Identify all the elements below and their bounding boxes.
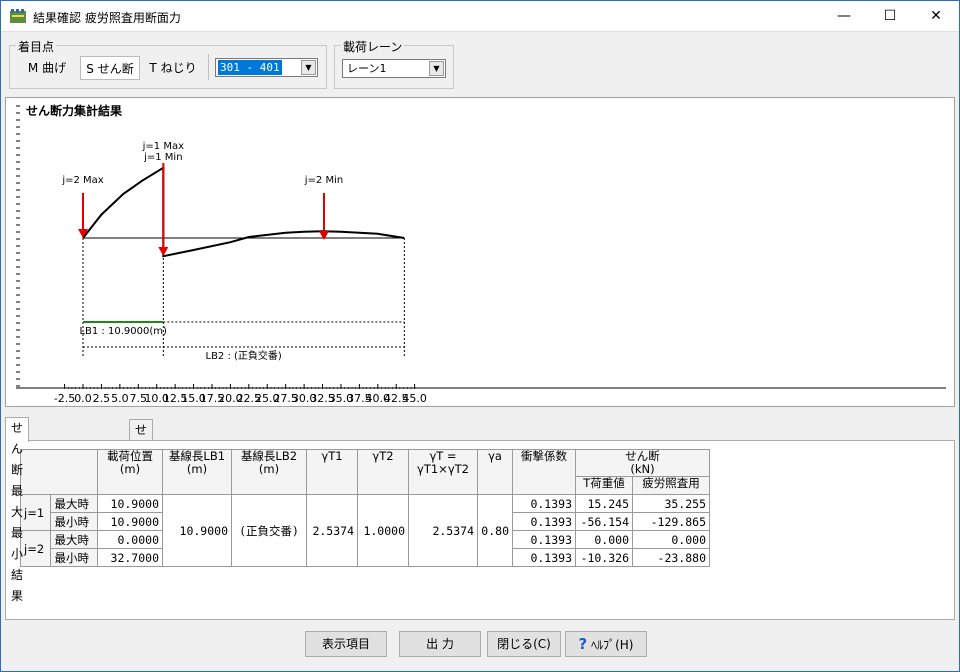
load-marker-label: j=2 Min	[304, 175, 343, 186]
chevron-down-icon[interactable]: ▼	[301, 60, 316, 75]
t-load-cell: -10.326	[575, 548, 633, 567]
header-t-load: T荷重値	[575, 476, 633, 495]
moment-button[interactable]: M 曲げ	[20, 56, 74, 80]
header-gamma-a: γa	[477, 449, 513, 495]
chevron-down-icon[interactable]: ▼	[429, 61, 444, 76]
shear-button[interactable]: S せん断	[80, 56, 140, 80]
header-gamma-t2: γT2	[357, 449, 409, 495]
header-lb1: 基線長LB1 (m)	[162, 449, 232, 495]
minimize-icon: —	[837, 8, 851, 24]
gamma-t-cell: 2.5374	[408, 494, 478, 567]
focus-point-group: 着目点 M 曲げ S せん断 T ねじり 301 - 401 ▼	[9, 38, 327, 89]
results-table: 載荷位置 (m) 基線長LB1 (m) 基線長LB2 (m) γT1 γT2 γ…	[19, 449, 710, 567]
header-gamma-t: γT = γT1×γT2	[408, 449, 478, 495]
x-tick-label: -2.5	[54, 392, 75, 405]
display-items-button[interactable]: 表示項目	[305, 631, 387, 657]
member-select-value: 301 - 401	[218, 60, 282, 75]
load-position-cell: 10.9000	[97, 494, 163, 513]
close-window-button[interactable]: ✕	[913, 1, 959, 31]
fatigue-cell: 0.000	[632, 530, 710, 549]
help-button[interactable]: ? ﾍﾙﾌﾟ(H)	[565, 631, 647, 657]
lb1-cell: 10.9000	[162, 494, 232, 567]
group-divider	[208, 54, 209, 80]
app-icon	[10, 9, 26, 23]
impact-cell: 0.1393	[512, 512, 576, 531]
lane-select[interactable]: レーン1 ▼	[342, 59, 446, 78]
chart-panel: せん断力集計結果 -2.5 0.0 2.5 5.0 7.5 10.0 12.5 15.0 17.5…	[5, 97, 955, 407]
x-tick-label: 5.0	[111, 392, 129, 405]
load-marker-label: j=1 Min	[143, 152, 182, 163]
x-tick-label: 2.5	[93, 392, 111, 405]
load-arrow-head	[318, 231, 329, 240]
row-label: 最大時	[50, 494, 98, 513]
row-label: 最大時	[50, 530, 98, 549]
help-label: ﾍﾙﾌﾟ(H)	[591, 638, 634, 652]
maximize-button[interactable]: ☐	[867, 1, 913, 31]
lane-group-label: 載荷レーン	[341, 38, 405, 55]
corner-cell	[20, 449, 98, 495]
close-icon: ✕	[930, 8, 942, 24]
fatigue-cell: -23.880	[632, 548, 710, 567]
t-load-cell: 0.000	[575, 530, 633, 549]
t-load-cell: -56.154	[575, 512, 633, 531]
table-row: j=1 最大時 10.9000 10.9000 (正負交番) 2.5374 1.…	[19, 494, 710, 567]
output-button[interactable]: 出 力	[399, 631, 481, 657]
minimize-button[interactable]: —	[821, 1, 867, 31]
fatigue-cell: 35.255	[632, 494, 710, 513]
chart-title: せん断力集計結果	[26, 103, 122, 118]
header-shear: せん断 (kN)	[575, 449, 710, 477]
group-label-j2: j=2	[19, 530, 52, 567]
tab-content: 載荷位置 (m) 基線長LB1 (m) 基線長LB2 (m) γT1 γT2 γ…	[5, 440, 955, 620]
x-tick-label: 0.0	[74, 392, 92, 405]
header-gamma-t1: γT1	[306, 449, 358, 495]
load-marker-label: j=2 Max	[61, 175, 103, 186]
fatigue-cell: -129.865	[632, 512, 710, 531]
lane-select-value: レーン1	[347, 62, 387, 75]
x-tick-label: 45.0	[402, 392, 427, 405]
header-load-position: 載荷位置 (m)	[97, 449, 163, 495]
group-label-j1: j=1	[19, 494, 52, 531]
help-icon: ?	[578, 635, 588, 653]
header-fatigue: 疲労照査用	[632, 476, 710, 495]
torsion-button[interactable]: T ねじり	[144, 56, 202, 80]
load-position-cell: 32.7000	[97, 548, 163, 567]
title-bar: 結果確認 疲労照査用断面力 — ☐ ✕	[1, 1, 959, 32]
gamma-a-cell: 0.80	[477, 494, 513, 567]
lane-group: 載荷レーン レーン1 ▼	[334, 38, 454, 89]
header-lb2: 基線長LB2 (m)	[231, 449, 307, 495]
lb2-label: LB2 : (正負交番)	[206, 349, 282, 362]
lb2-cell: (正負交番)	[231, 494, 307, 567]
header-impact: 衝撃係数	[512, 449, 576, 495]
window-title: 結果確認 疲労照査用断面力	[33, 11, 181, 25]
gamma-t1-cell: 2.5374	[306, 494, 358, 567]
load-position-cell: 0.0000	[97, 530, 163, 549]
row-label: 最小時	[50, 512, 98, 531]
row-label: 最小時	[50, 548, 98, 567]
impact-cell: 0.1393	[512, 530, 576, 549]
load-position-cell: 10.9000	[97, 512, 163, 531]
lb1-label: LB1 : 10.9000(m)	[79, 326, 167, 337]
result-window: 結果確認 疲労照査用断面力 — ☐ ✕ 着目点 M 曲げ S せん断 T ねじり…	[0, 0, 960, 672]
impact-cell: 0.1393	[512, 494, 576, 513]
close-button[interactable]: 閉じる(C)	[487, 631, 561, 657]
tab-shear-maxmin[interactable]: せん断最大最小結果	[5, 417, 30, 603]
maximize-icon: ☐	[883, 8, 897, 24]
member-select[interactable]: 301 - 401 ▼	[215, 58, 318, 77]
t-load-cell: 15.245	[575, 494, 633, 513]
load-marker-label: j=1 Max	[142, 141, 184, 152]
influence-line	[82, 166, 405, 258]
gamma-t2-cell: 1.0000	[357, 494, 409, 567]
shear-chart: せん断力集計結果-2.50.0 2.5 5.0 7.510.012.515.017.5…	[16, 103, 946, 405]
focus-point-group-label: 着目点	[16, 38, 57, 55]
tab-shear-moment[interactable]: せん断着目時曲げ	[129, 419, 154, 584]
impact-cell: 0.1393	[512, 548, 576, 567]
